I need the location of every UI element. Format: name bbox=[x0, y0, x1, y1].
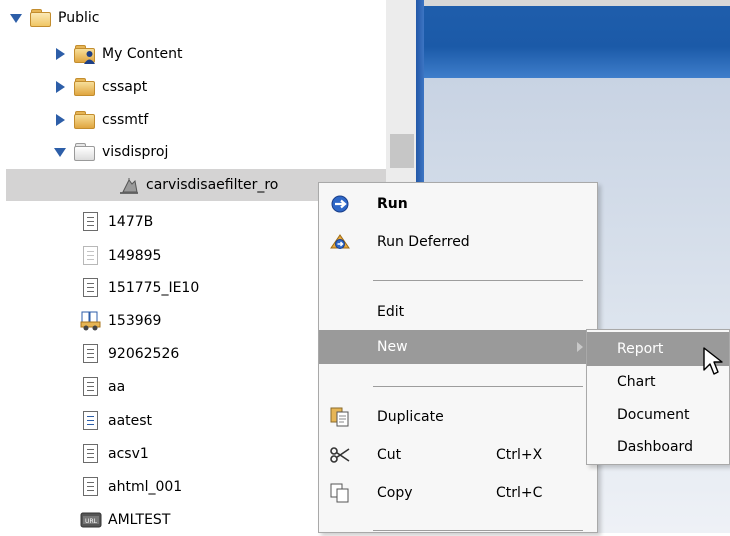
run-deferred-icon bbox=[329, 232, 351, 252]
user-folder-icon bbox=[74, 44, 96, 64]
tree-node-label: 153969 bbox=[108, 313, 162, 329]
menu-separator bbox=[373, 386, 583, 387]
menu-item-label: Copy bbox=[377, 485, 413, 501]
tree-node-label: My Content bbox=[102, 46, 183, 62]
tree-node-cssmtf[interactable]: cssmtf bbox=[54, 104, 148, 136]
tree-node-ahtml-001[interactable]: ahtml_001 bbox=[80, 471, 182, 503]
document-icon bbox=[80, 377, 102, 397]
tree-node-aa[interactable]: aa bbox=[80, 371, 125, 403]
tree-node-label: visdisproj bbox=[102, 144, 169, 160]
document-icon bbox=[80, 344, 102, 364]
menu-item-label: Edit bbox=[377, 304, 405, 320]
submenu-item-label: Dashboard bbox=[617, 439, 693, 455]
submenu-item-dashboard[interactable]: Dashboard bbox=[587, 430, 729, 464]
context-menu: Run Run Deferred Edit New Duplicate Cut … bbox=[318, 182, 598, 533]
menu-item-run[interactable]: Run bbox=[319, 187, 597, 221]
collapse-toggle-icon[interactable] bbox=[54, 48, 66, 60]
filter-report-icon bbox=[118, 175, 140, 195]
copy-icon bbox=[329, 483, 351, 503]
document-icon bbox=[80, 212, 102, 232]
tree-node-label: carvisdisaefilter_ro bbox=[146, 177, 279, 193]
run-icon bbox=[329, 194, 351, 214]
tree-node-1477b[interactable]: 1477B bbox=[80, 206, 153, 238]
pane-top-border bbox=[424, 0, 730, 6]
url-icon: URL bbox=[80, 510, 102, 530]
document-blue-icon bbox=[80, 411, 102, 431]
folder-icon bbox=[74, 77, 96, 97]
submenu-item-label: Document bbox=[617, 407, 690, 423]
document-icon bbox=[80, 444, 102, 464]
menu-separator bbox=[373, 280, 583, 281]
document-pale-icon bbox=[80, 246, 102, 266]
menu-separator bbox=[373, 530, 583, 531]
document-icon bbox=[80, 477, 102, 497]
menu-item-copy[interactable]: Copy Ctrl+C bbox=[319, 476, 597, 510]
tree-node-label: Public bbox=[58, 10, 100, 26]
menu-item-run-deferred[interactable]: Run Deferred bbox=[319, 225, 597, 259]
menu-item-label: Run bbox=[377, 196, 408, 212]
tree-node-acsv1[interactable]: acsv1 bbox=[80, 438, 149, 470]
tree-node-label: cssapt bbox=[102, 79, 148, 95]
folder-grey-icon bbox=[74, 142, 96, 162]
mouse-cursor-icon bbox=[703, 347, 723, 375]
tree-node-label: 1477B bbox=[108, 214, 154, 230]
tree-node-label: ahtml_001 bbox=[108, 479, 183, 495]
tree-node-label: cssmtf bbox=[102, 112, 149, 128]
expand-toggle-icon[interactable] bbox=[10, 12, 22, 24]
document-icon bbox=[80, 278, 102, 298]
tree-node-aatest[interactable]: aatest bbox=[80, 405, 152, 437]
tree-node-153969[interactable]: 153969 bbox=[80, 305, 161, 337]
copy-shortcut: Ctrl+C bbox=[496, 485, 543, 501]
menu-item-new[interactable]: New bbox=[319, 330, 597, 364]
tree-node-my-content[interactable]: My Content bbox=[54, 38, 183, 70]
menu-item-label: Run Deferred bbox=[377, 234, 470, 250]
tree-node-cssapt[interactable]: cssapt bbox=[54, 71, 147, 103]
menu-item-cut[interactable]: Cut Ctrl+X bbox=[319, 438, 597, 472]
tree-node-label: aa bbox=[108, 379, 126, 395]
tree-node-151775-ie10[interactable]: 151775_IE10 bbox=[80, 272, 199, 304]
pane-header-banner bbox=[424, 0, 730, 78]
submenu-item-label: Report bbox=[617, 341, 664, 357]
menu-item-label: Duplicate bbox=[377, 409, 444, 425]
procedure-icon bbox=[80, 311, 102, 331]
menu-item-duplicate[interactable]: Duplicate bbox=[319, 400, 597, 434]
tree-node-label: acsv1 bbox=[108, 446, 149, 462]
duplicate-icon bbox=[329, 407, 351, 427]
submenu-item-document[interactable]: Document bbox=[587, 398, 729, 432]
menu-item-label: Cut bbox=[377, 447, 402, 463]
cut-icon bbox=[329, 445, 351, 465]
tree-node-amltest[interactable]: URL AMLTEST bbox=[80, 504, 170, 536]
menu-item-label: New bbox=[377, 339, 408, 355]
collapse-toggle-icon[interactable] bbox=[54, 81, 66, 93]
tree-node-149895[interactable]: 149895 bbox=[80, 240, 161, 272]
expand-toggle-icon[interactable] bbox=[54, 146, 66, 158]
svg-text:URL: URL bbox=[85, 518, 98, 525]
tree-node-label: 149895 bbox=[108, 248, 162, 264]
tree-node-label: AMLTEST bbox=[108, 512, 171, 528]
folder-open-icon bbox=[30, 8, 52, 28]
scrollbar-thumb[interactable] bbox=[390, 134, 414, 168]
collapse-toggle-icon[interactable] bbox=[54, 114, 66, 126]
tree-node-public[interactable]: Public bbox=[10, 2, 99, 34]
submenu-arrow-icon bbox=[577, 342, 583, 352]
submenu-item-label: Chart bbox=[617, 374, 656, 390]
tree-node-92062526[interactable]: 92062526 bbox=[80, 338, 179, 370]
folder-icon bbox=[74, 110, 96, 130]
cut-shortcut: Ctrl+X bbox=[496, 447, 543, 463]
tree-node-label: 92062526 bbox=[108, 346, 180, 362]
menu-item-edit[interactable]: Edit bbox=[319, 295, 597, 329]
tree-node-visdisproj[interactable]: visdisproj bbox=[54, 136, 168, 168]
tree-node-label: 151775_IE10 bbox=[108, 280, 200, 296]
tree-node-label: aatest bbox=[108, 413, 153, 429]
tree-node-carvisdisaefilter-ro[interactable]: carvisdisaefilter_ro bbox=[118, 169, 278, 201]
